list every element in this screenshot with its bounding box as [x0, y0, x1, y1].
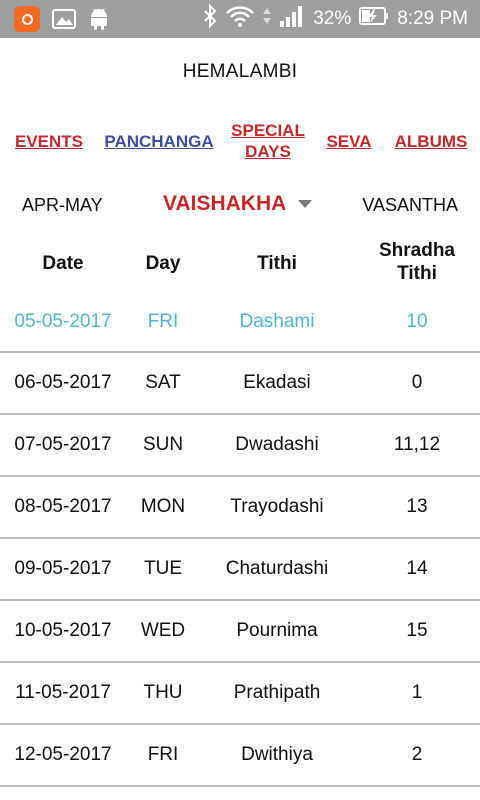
cell-date: 09-05-2017 [14, 558, 112, 579]
selected-month: VAISHAKHA [163, 192, 287, 215]
table-header: Date Day Tithi Shradha Tithi [0, 236, 480, 292]
nav-seva-link[interactable]: SEVA [324, 131, 374, 152]
top-nav: EVENTS PANCHANGA SPECIAL DAYS SEVA ALBUM… [0, 120, 480, 166]
table-row[interactable]: 09-05-2017 TUE Chaturdashi 14 [0, 539, 480, 601]
cell-day: SAT [145, 372, 181, 393]
nav-special-days-line2: DAYS [245, 142, 291, 161]
cell-date: 12-05-2017 [14, 744, 112, 765]
cell-day: FRI [147, 744, 179, 765]
cell-day: WED [140, 620, 186, 641]
status-bar-notifications [14, 6, 110, 32]
image-icon [52, 9, 76, 29]
cell-date: 10-05-2017 [14, 620, 112, 641]
cell-shradha: 11,12 [393, 434, 441, 455]
cell-tithi: Pournima [236, 620, 318, 641]
nav-special-days-line1: SPECIAL [231, 121, 305, 140]
clock: 8:29 PM [397, 8, 468, 29]
cell-shradha: 10 [406, 311, 428, 332]
signal-icon [279, 5, 305, 33]
cell-tithi: Dwithiya [241, 744, 313, 765]
header-day: Day [145, 253, 181, 274]
cell-shradha: 13 [406, 496, 428, 517]
page-title: HEMALAMBI [182, 61, 298, 82]
panchanga-table: 05-05-2017 FRI Dashami 10 06-05-2017 SAT… [0, 292, 480, 787]
data-arrows-icon [263, 6, 272, 32]
table-row[interactable]: 11-05-2017 THU Prathipath 1 [0, 663, 480, 725]
table-row[interactable]: 06-05-2017 SAT Ekadasi 0 [0, 353, 480, 415]
nav-albums-link[interactable]: ALBUMS [393, 131, 469, 152]
cell-day: MON [140, 496, 186, 517]
cell-day: FRI [147, 311, 179, 332]
cell-shradha: 0 [411, 372, 423, 393]
cell-shradha: 14 [406, 558, 428, 579]
cell-day: THU [143, 682, 183, 703]
status-bar: 32% 8:29 PM [0, 0, 480, 38]
cell-tithi: Ekadasi [243, 372, 311, 393]
month-selector-row: APR-MAY VAISHAKHA VASANTHA [0, 190, 480, 226]
header-shradha-line2: Tithi [397, 263, 437, 284]
cell-date: 07-05-2017 [14, 434, 112, 455]
table-row[interactable]: 05-05-2017 FRI Dashami 10 [0, 292, 480, 353]
header-shradha-line1: Shradha [378, 240, 456, 261]
table-row[interactable]: 08-05-2017 MON Trayodashi 13 [0, 477, 480, 539]
cell-shradha: 15 [406, 620, 428, 641]
cell-tithi: Chaturdashi [225, 558, 329, 579]
wifi-icon [225, 4, 255, 34]
cell-shradha: 1 [411, 682, 423, 703]
nav-special-days-link[interactable]: SPECIAL DAYS [229, 120, 307, 162]
header-shradha-tithi: Shradha Tithi [354, 239, 480, 285]
nav-events-link[interactable]: EVENTS [14, 131, 84, 152]
cell-tithi: Trayodashi [230, 496, 324, 517]
gregorian-month-range: APR-MAY [22, 195, 103, 215]
battery-charging-icon [359, 6, 389, 32]
cell-tithi: Prathipath [233, 682, 321, 703]
nav-panchanga-link[interactable]: PANCHANGA [103, 131, 215, 152]
cell-date: 05-05-2017 [14, 311, 112, 332]
battery-percentage: 32% [313, 8, 352, 29]
header-date: Date [42, 253, 84, 274]
cell-date: 06-05-2017 [14, 372, 112, 393]
cell-tithi: Dwadashi [235, 434, 319, 455]
month-dropdown[interactable]: VAISHAKHA [163, 192, 313, 216]
status-bar-system: 32% 8:29 PM [203, 3, 468, 34]
bluetooth-icon [203, 3, 217, 34]
table-row[interactable]: 10-05-2017 WED Pournima 15 [0, 601, 480, 663]
cell-date: 11-05-2017 [15, 682, 111, 703]
cell-tithi: Dashami [239, 311, 315, 332]
android-icon [88, 7, 110, 31]
dropdown-caret-icon [298, 200, 313, 208]
table-row[interactable]: 12-05-2017 FRI Dwithiya 2 [0, 725, 480, 787]
cell-shradha: 2 [411, 744, 423, 765]
cell-day: TUE [144, 558, 182, 579]
header-tithi: Tithi [257, 253, 297, 274]
app-notification-icon [14, 6, 40, 32]
cell-day: SUN [142, 434, 184, 455]
cell-date: 08-05-2017 [14, 496, 112, 517]
table-row[interactable]: 07-05-2017 SUN Dwadashi 11,12 [0, 415, 480, 477]
season-label: VASANTHA [362, 195, 458, 215]
